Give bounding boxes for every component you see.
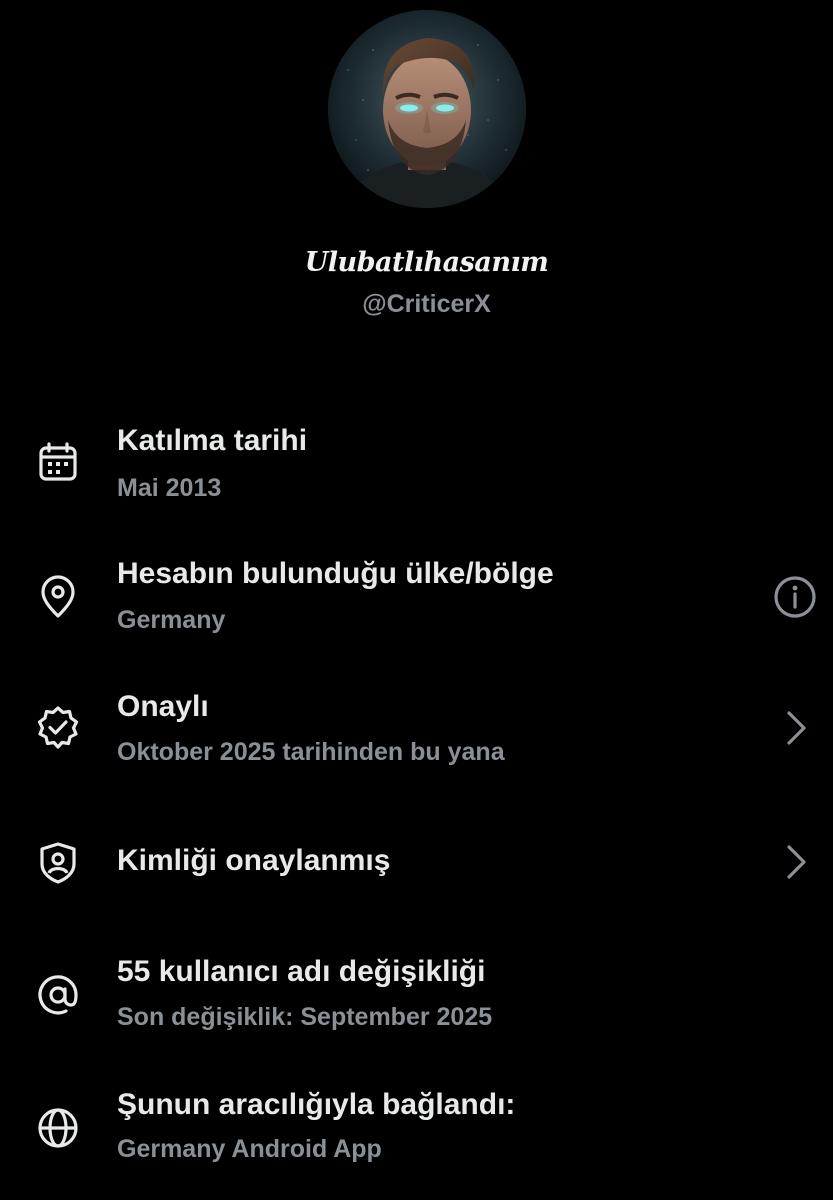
verified-title: Onaylı [117, 690, 209, 723]
identity-verified-title: Kimliği onaylanmış [117, 844, 391, 877]
account-location-value: Germany [117, 606, 226, 634]
username-changes-title: 55 kullanıcı adı değişikliği [117, 955, 486, 988]
connected-via-row: Şunun aracılığıyla bağlandı: Germany And… [0, 1084, 833, 1184]
avatar-portrait [328, 10, 526, 208]
info-icon[interactable] [770, 572, 820, 622]
username-handle: @CriticerX [362, 290, 491, 318]
account-location-row: Hesabın bulunduğu ülke/bölge Germany [0, 553, 833, 653]
identity-verified-row[interactable]: Kimliği onaylanmış [0, 838, 833, 938]
location-pin-icon [35, 575, 81, 621]
connected-via-value: Germany Android App [117, 1135, 382, 1163]
avatar[interactable] [328, 10, 526, 208]
verified-since-value: Oktober 2025 tarihinden bu yana [117, 738, 505, 766]
calendar-icon [35, 440, 81, 486]
chevron-right-icon[interactable] [770, 703, 820, 753]
account-location-title: Hesabın bulunduğu ülke/bölge [117, 557, 554, 590]
id-shield-icon [35, 840, 81, 886]
join-date-title: Katılma tarihi [117, 424, 308, 457]
join-date-value: Mai 2013 [117, 474, 222, 502]
join-date-row: Katılma tarihi Mai 2013 [0, 420, 833, 520]
at-sign-icon [35, 972, 81, 1018]
globe-icon [35, 1105, 81, 1151]
connected-via-title: Şunun aracılığıyla bağlandı: [117, 1088, 516, 1121]
verified-row[interactable]: Onaylı Oktober 2025 tarihinden bu yana [0, 686, 833, 786]
verified-badge-icon [35, 704, 81, 750]
username-last-change-value: Son değişiklik: September 2025 [117, 1003, 493, 1031]
chevron-right-icon[interactable] [770, 837, 820, 887]
display-name: Ulubatlıhasanım [304, 247, 549, 278]
username-changes-row: 55 kullanıcı adı değişikliği Son değişik… [0, 951, 833, 1051]
